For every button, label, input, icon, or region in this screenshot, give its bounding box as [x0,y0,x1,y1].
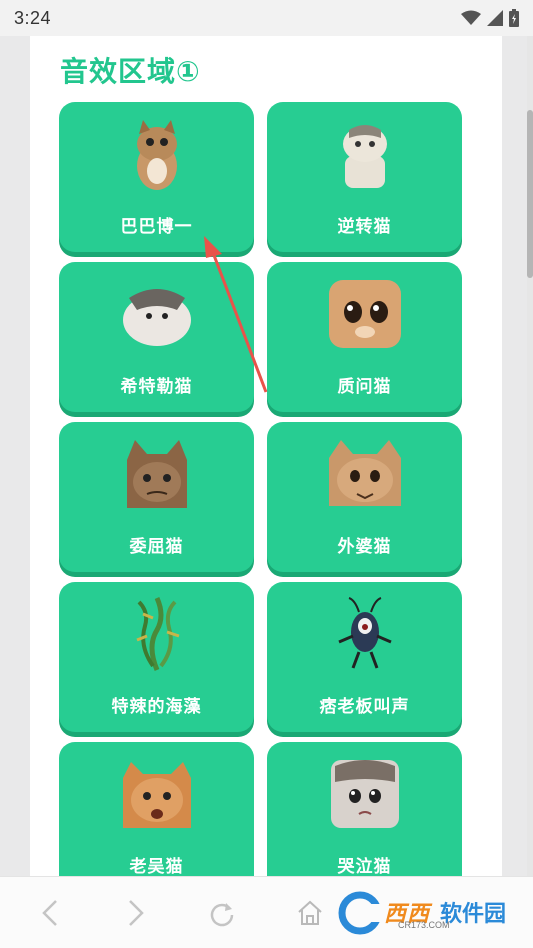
cat-sticker-icon [122,762,191,828]
forward-icon [129,900,144,926]
card-label: 巴巴博一 [120,217,193,236]
card-label: 痞老板叫声 [319,697,410,716]
sound-card[interactable]: 逆转猫 [267,102,462,252]
refresh-button[interactable] [204,895,240,931]
sound-card[interactable]: 质问猫 [267,262,462,412]
section-title: 音效区域① [60,56,201,87]
cat-sticker-icon [126,440,187,508]
refresh-icon [210,903,234,927]
sound-card[interactable]: 特辣的海藻 [59,582,254,732]
cat-sticker-icon [342,125,387,188]
scrollbar-thumb[interactable] [527,110,533,278]
cat-sticker-icon [328,440,401,506]
back-icon [42,900,57,926]
battery-icon [509,9,519,27]
card-label: 希特勒猫 [120,377,193,396]
sound-card[interactable]: 巴巴博一 [59,102,254,252]
card-label: 哭泣猫 [337,857,392,876]
status-icons [461,9,519,27]
sound-card[interactable]: 委屈猫 [59,422,254,572]
sound-grid: 巴巴博一 逆转猫 希特勒猫 质问猫 委屈猫 外婆猫 特辣的海藻 痞老板叫声 老吴… [59,102,462,892]
home-icon [298,900,322,925]
sound-card[interactable]: 希特勒猫 [59,262,254,412]
status-time: 3:24 [14,7,52,28]
wifi-icon [461,10,481,25]
watermark-text-blue: 软件园 [440,901,507,926]
card-label: 质问猫 [337,377,392,396]
forward-button[interactable] [118,895,154,931]
signal-icon [487,10,503,26]
seaweed-sticker-icon [135,596,179,671]
sound-card[interactable]: 外婆猫 [267,422,462,572]
sound-card[interactable]: 老吴猫 [59,742,254,892]
watermark-logo-icon [338,891,386,935]
status-bar: 3:24 [0,0,533,36]
watermark-url: CR173.COM [398,920,450,930]
cat-sticker-icon [328,280,401,348]
back-button[interactable] [32,895,68,931]
plankton-sticker-icon [337,597,392,669]
card-label: 委屈猫 [129,537,184,556]
watermark: 西西 软件园 CR173.COM [338,890,518,936]
home-button[interactable] [292,895,328,931]
card-label: 外婆猫 [337,537,392,556]
sound-card[interactable]: 哭泣猫 [267,742,462,892]
card-label: 老吴猫 [129,857,184,876]
card-label: 逆转猫 [337,217,392,236]
sound-card[interactable]: 痞老板叫声 [267,582,462,732]
cat-sticker-icon [330,760,399,828]
card-label: 特辣的海藻 [111,697,202,716]
sound-panel: 音效区域① 巴巴博一 逆转猫 希特勒猫 质问猫 委屈猫 外婆猫 特辣的海藻 痞老… [30,36,502,892]
cat-sticker-icon [136,120,177,190]
cat-sticker-icon [122,289,191,346]
